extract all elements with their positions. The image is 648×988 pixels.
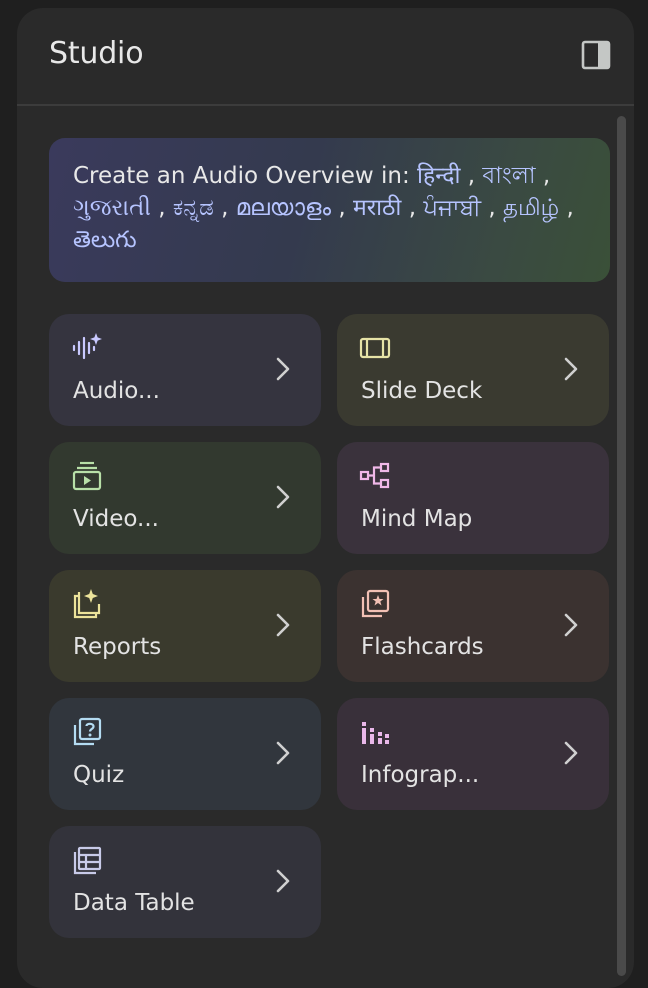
tile-label: Mind Map [361,506,473,532]
language-link[interactable]: മലയാളം [236,195,331,221]
tile-label: Flashcards [361,634,484,660]
language-link[interactable]: తెలుగు [73,227,137,253]
studio-tile-reports[interactable]: Reports [49,570,321,682]
chevron-right-icon[interactable] [563,356,579,382]
chevron-right-icon[interactable] [563,740,579,766]
panel-header: Studio [17,8,634,106]
language-link[interactable]: ಕನ್ನಡ [173,195,214,221]
language-separator: , [221,195,229,221]
language-separator: , [408,195,417,221]
reports-sparkle-icon [71,588,103,620]
language-separator: , [338,195,346,221]
tile-label: Slide Deck [361,378,483,404]
chevron-right-icon[interactable] [563,612,579,638]
language-separator: , [542,163,551,189]
language-link[interactable]: தமிழ் [503,195,559,221]
studio-tile-infograp[interactable]: Infograp... [337,698,609,810]
tile-label: Quiz [73,762,125,788]
language-link[interactable]: বাংলা [482,163,535,189]
scrollbar-thumb[interactable] [617,116,626,976]
language-link[interactable]: मराठी [353,195,401,221]
language-link[interactable]: ગુજરાતી [73,195,151,221]
language-separator: , [158,195,166,221]
quiz-icon [71,716,103,748]
panel-title: Studio [49,36,144,71]
chevron-right-icon[interactable] [275,868,291,894]
infographic-icon [359,716,391,748]
studio-tile-video[interactable]: Video... [49,442,321,554]
flashcards-icon [359,588,391,620]
audio-overview-language-banner: Create an Audio Overview in: हिन्दी , বা… [49,138,610,282]
studio-tile-mind-map[interactable]: Mind Map [337,442,609,554]
chevron-right-icon[interactable] [275,356,291,382]
chevron-right-icon[interactable] [275,740,291,766]
tile-label: Audio... [73,378,160,404]
studio-tile-quiz[interactable]: Quiz [49,698,321,810]
language-separator: , [467,163,476,189]
mind-map-icon [359,460,391,492]
slides-icon [359,332,391,364]
video-icon [71,460,103,492]
studio-tile-flashcards[interactable]: Flashcards [337,570,609,682]
language-separator: , [488,195,496,221]
table-icon [71,844,103,876]
tile-label: Reports [73,634,162,660]
studio-panel: Studio Create an Audio Overview in: हिन्… [17,8,634,988]
studio-tile-slide-deck[interactable]: Slide Deck [337,314,609,426]
tile-label: Infograp... [361,762,480,788]
audio-sparkle-icon [71,332,103,364]
chevron-right-icon[interactable] [275,612,291,638]
banner-prefix: Create an Audio Overview in: [73,163,410,189]
tile-label: Data Table [73,890,195,916]
studio-tile-audio[interactable]: Audio... [49,314,321,426]
tile-label: Video... [73,506,159,532]
studio-tile-data-table[interactable]: Data Table [49,826,321,938]
chevron-right-icon[interactable] [275,484,291,510]
language-separator: , [566,195,574,221]
language-link[interactable]: हिन्दी [417,163,460,189]
language-link[interactable]: ਪੰਜਾਬੀ [423,195,481,221]
side-panel-icon[interactable] [579,38,613,72]
